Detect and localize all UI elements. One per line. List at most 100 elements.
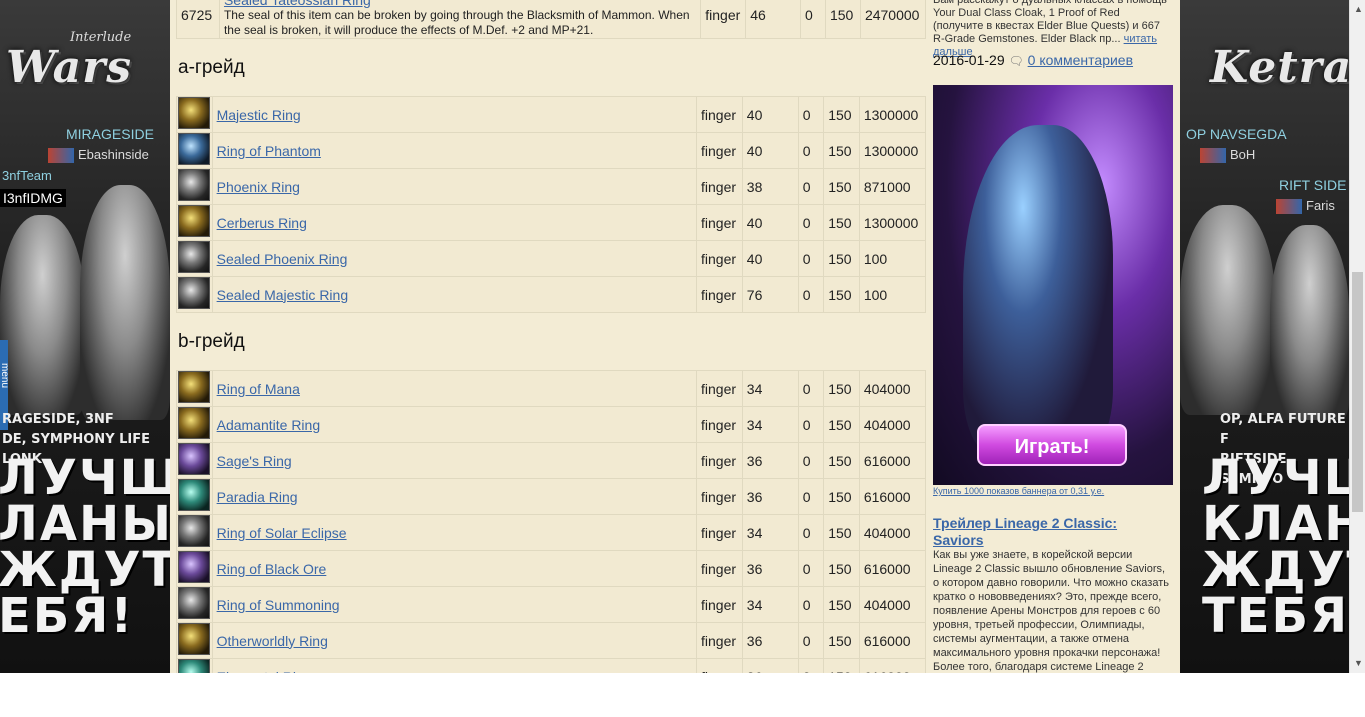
item-stat: 0 [797,168,825,205]
item-link[interactable]: Otherworldly Ring [217,633,328,649]
item-cell: Cerberus Ring [211,204,698,241]
item-slot: finger [696,168,743,205]
item-stat: 150 [823,168,860,205]
ring-icon[interactable] [178,659,211,673]
item-icon-cell [176,586,213,623]
item-price: 404000 [858,406,927,443]
item-price: 616000 [858,478,927,515]
left-player2: I3nfIDMG [0,189,66,207]
item-link[interactable]: Ring of Black Ore [217,561,327,577]
ring-icon[interactable] [178,443,211,475]
item-link[interactable]: Phoenix Ring [217,179,300,195]
item-link[interactable]: Sealed Phoenix Ring [217,251,348,267]
person-image [1270,225,1349,420]
scrollbar-thumb[interactable] [1352,272,1363,512]
news-title-link[interactable]: Трейлер Lineage 2 Classic: Saviors [933,515,1153,549]
buy-banner-link[interactable]: Купить 1000 показов баннера от 0,31 у.е. [933,486,1104,496]
table-row: Majestic Ring finger 40 0 150 1300000 [176,96,927,133]
table-row: Ring of Black Ore finger 36 0 150 616000 [176,550,927,587]
item-stat: 34 [741,514,799,551]
ring-icon[interactable] [178,205,211,237]
item-slot: finger [696,132,743,169]
item-link[interactable]: Sealed Majestic Ring [217,287,349,303]
table-row: Sage's Ring finger 36 0 150 616000 [176,442,927,479]
flag-icon [1276,199,1302,215]
item-link[interactable]: Sage's Ring [217,453,292,469]
ring-icon[interactable] [178,241,211,273]
item-link[interactable]: Paradia Ring [217,489,298,505]
item-link[interactable]: Ring of Solar Eclipse [217,525,347,541]
item-slot: finger [696,276,743,313]
item-cell: Sealed Majestic Ring [211,276,698,313]
item-icon-cell [176,478,213,515]
item-cell: Elemental Ring [211,658,698,674]
ring-icon[interactable] [178,551,211,583]
game-ad-banner[interactable]: Играть! [933,85,1173,485]
item-slot: finger [700,0,747,39]
browser-viewport: Interlude Wars MIRAGESIDE Ebashinside 3n… [0,0,1349,673]
left-skin-banner[interactable]: Interlude Wars MIRAGESIDE Ebashinside 3n… [0,0,170,673]
flag-icon [48,148,74,164]
item-cell: Sage's Ring [211,442,698,479]
person-image [80,185,170,420]
item-cell: Sealed Phoenix Ring [211,240,698,277]
ring-icon[interactable] [178,97,211,129]
grade-b-heading: b-грейд [178,331,245,352]
scroll-down-arrow-icon[interactable]: ▼ [1354,658,1363,668]
item-price: 1300000 [858,96,927,133]
table-row: Ring of Mana finger 34 0 150 404000 [176,370,927,407]
news-date: 2016-01-29 [933,52,1005,68]
item-link[interactable]: Ring of Phantom [217,143,321,159]
right-skin-banner[interactable]: Ketra OP NAVSEGDA BoH RIFT SIDE Faris OP… [1180,0,1349,673]
ring-icon[interactable] [178,479,211,511]
item-link[interactable]: Ring of Summoning [217,597,340,613]
item-stat: 150 [823,622,860,659]
ring-icon[interactable] [178,623,211,655]
item-link[interactable]: Sealed Tateossian Ring [224,0,371,8]
item-cell: Otherworldly Ring [211,622,698,659]
table-row: Sealed Majestic Ring finger 76 0 150 100 [176,276,927,313]
item-stat: 36 [741,478,799,515]
page-content: 6725 Sealed Tateossian Ring The seal of … [170,0,1180,673]
item-price: 616000 [858,550,927,587]
item-link[interactable]: Adamantite Ring [217,417,321,433]
right-logo: Ketra [1210,42,1349,93]
item-cell: Ring of Summoning [211,586,698,623]
item-link[interactable]: Ring of Mana [217,381,300,397]
ring-icon[interactable] [178,277,211,309]
scroll-up-arrow-icon[interactable]: ▲ [1354,4,1363,14]
play-button[interactable]: Играть! [977,424,1127,466]
item-slot: finger [696,622,743,659]
ring-icon[interactable] [178,587,211,619]
items-column: 6725 Sealed Tateossian Ring The seal of … [176,0,927,674]
item-stat: 0 [797,478,825,515]
ring-icon[interactable] [178,515,211,547]
table-row: Phoenix Ring finger 38 0 150 871000 [176,168,927,205]
item-price: 2470000 [859,0,927,39]
left-logo: Wars [6,42,133,93]
item-icon-cell [176,240,213,277]
comment-icon: 🗨 [1008,54,1024,68]
item-link[interactable]: Majestic Ring [217,107,301,123]
item-slot: finger [696,658,743,673]
item-price: 871000 [858,168,927,205]
vertical-scrollbar[interactable]: ▲ ▼ [1349,0,1365,673]
item-link[interactable]: Cerberus Ring [217,215,307,231]
item-price: 1300000 [858,132,927,169]
item-slot: finger [696,586,743,623]
item-cell: Adamantite Ring [211,406,698,443]
ring-icon[interactable] [178,371,211,403]
ring-icon[interactable] [178,407,211,439]
item-slot: finger [696,370,743,407]
item-slot: finger [696,478,743,515]
item-stat: 34 [741,370,799,407]
item-slot: finger [696,442,743,479]
ring-icon[interactable] [178,169,211,201]
comments-link[interactable]: 0 комментариев [1028,52,1133,68]
item-stat: 150 [823,132,860,169]
item-icon-cell [176,168,213,205]
ring-icon[interactable] [178,133,211,165]
item-link[interactable]: Elemental Ring [217,669,312,674]
table-row: Ring of Phantom finger 40 0 150 1300000 [176,132,927,169]
item-icon-cell [176,204,213,241]
